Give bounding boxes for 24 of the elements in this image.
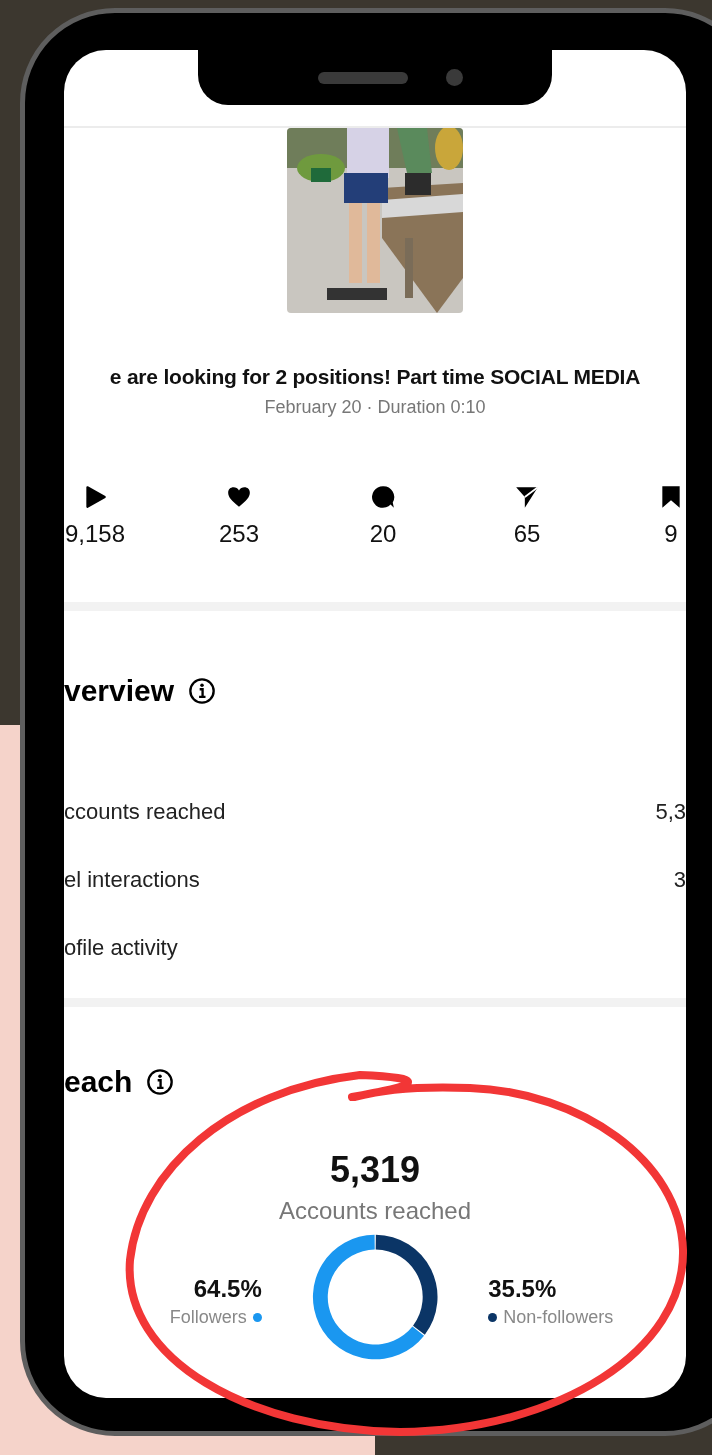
stat-value: 65: [513, 520, 541, 548]
stat-value: 9,158: [64, 520, 126, 548]
section-title: each: [64, 1065, 133, 1099]
legend-value: 35.5%: [488, 1274, 557, 1303]
reach-total: 5,319: [328, 1149, 422, 1191]
section-title: verview: [64, 674, 175, 708]
reach-label: Accounts reached: [277, 1197, 473, 1225]
metric-value: 5,3: [655, 799, 686, 825]
stat-value: 20: [369, 520, 397, 548]
metric-value: 3: [673, 867, 686, 893]
info-icon[interactable]: [146, 1068, 175, 1096]
caption-text: e are looking for 2 positions! Part time SOCIAL MEDIA: [108, 365, 642, 389]
stat-value: 253: [218, 520, 259, 548]
metric-label: ccounts reached: [64, 799, 226, 825]
legend-label: Followers: [169, 1306, 247, 1328]
metric-label: el interactions: [64, 867, 200, 893]
paper-plane-icon: [514, 484, 540, 510]
legend-label: Non-followers: [503, 1306, 614, 1328]
info-icon[interactable]: [188, 677, 217, 705]
comment-icon: [370, 484, 396, 510]
legend-value: 64.5%: [193, 1274, 262, 1303]
post-meta: February 20 · Duration 0:10: [263, 397, 487, 418]
stat-value: 9: [664, 520, 678, 548]
metric-label: ofile activity: [64, 935, 178, 961]
